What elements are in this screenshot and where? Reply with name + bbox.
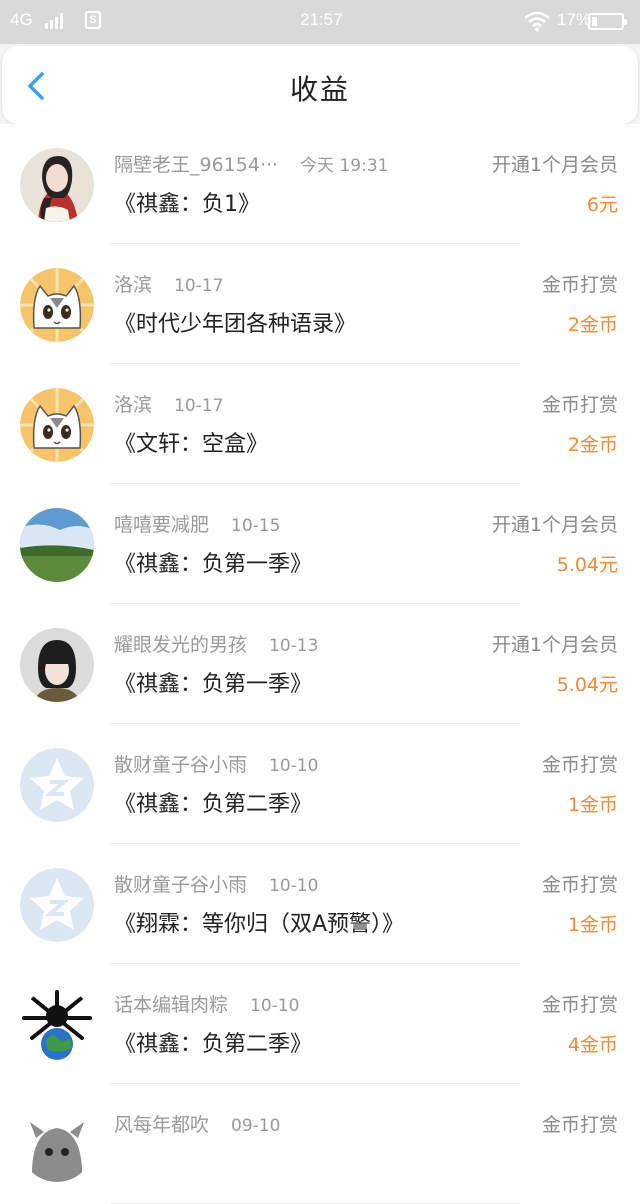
- user-name: 隔壁老王_96154···: [114, 154, 279, 176]
- date-label: 10-10: [269, 876, 319, 896]
- date-label: 10-17: [174, 396, 224, 416]
- meta-line: 耀眼发光的男孩 10-13: [114, 630, 318, 657]
- meta-line: 隔壁老王_96154··· 今天 19:31: [114, 150, 388, 177]
- work-title: 《祺鑫：负第二季》: [114, 792, 313, 817]
- work-title: 《祺鑫：负第一季》: [114, 552, 313, 577]
- earning-item[interactable]: 散财童子谷小雨 10-10 《祺鑫：负第二季》 金币打赏 1金币: [0, 724, 640, 844]
- meta-line: 风每年都吹 09-10: [114, 1110, 280, 1137]
- earning-amount: 6元: [586, 194, 618, 216]
- notification-icon: S: [85, 11, 101, 29]
- earning-amount: 1金币: [567, 794, 618, 816]
- avatar[interactable]: [20, 868, 94, 942]
- avatar[interactable]: [20, 388, 94, 462]
- clock: 21:57: [300, 10, 343, 29]
- user-name: 散财童子谷小雨: [114, 874, 248, 896]
- earning-type: 开通1个月会员: [491, 514, 618, 536]
- work-title: 《祺鑫：负第二季》: [114, 1032, 313, 1057]
- signal-icon: [45, 13, 67, 29]
- date-label: 09-10: [231, 1116, 281, 1136]
- user-name: 洛滨: [114, 274, 153, 296]
- date-label: 10-15: [231, 516, 281, 536]
- earning-amount: 1金币: [567, 914, 618, 936]
- avatar[interactable]: [20, 148, 94, 222]
- earning-type: 金币打赏: [541, 994, 618, 1016]
- earning-type: 金币打赏: [541, 754, 618, 776]
- earning-amount: 5.04元: [556, 554, 618, 576]
- date-label: 10-10: [269, 756, 319, 776]
- avatar[interactable]: [20, 628, 94, 702]
- earning-type: 金币打赏: [541, 874, 618, 896]
- earning-amount: 2金币: [567, 434, 618, 456]
- earning-type: 金币打赏: [541, 394, 618, 416]
- work-title: 《时代少年团各种语录》: [114, 312, 357, 337]
- user-name: 话本编辑肉粽: [114, 994, 229, 1016]
- date-label: 今天 19:31: [300, 156, 389, 176]
- page-title: 收益: [289, 73, 350, 106]
- earning-amount: 4金币: [567, 1034, 618, 1056]
- earning-type: 开通1个月会员: [491, 154, 618, 176]
- meta-line: 散财童子谷小雨 10-10: [114, 750, 318, 777]
- avatar[interactable]: [20, 988, 94, 1062]
- date-label: 10-13: [269, 636, 319, 656]
- wifi-icon: [524, 11, 550, 32]
- date-label: 10-17: [174, 276, 224, 296]
- meta-line: 洛滨 10-17: [114, 390, 223, 417]
- earning-type: 开通1个月会员: [491, 634, 618, 656]
- battery-percent: 17%: [557, 10, 592, 29]
- status-bar: 4G S 21:57 17%: [0, 0, 640, 44]
- meta-line: 洛滨 10-17: [114, 270, 223, 297]
- user-name: 风每年都吹: [114, 1114, 210, 1136]
- earning-type: 金币打赏: [541, 274, 618, 296]
- meta-line: 散财童子谷小雨 10-10: [114, 870, 318, 897]
- earning-item[interactable]: 嘻嘻要减肥 10-15 《祺鑫：负第一季》 开通1个月会员 5.04元: [0, 484, 640, 604]
- avatar[interactable]: [20, 1108, 94, 1182]
- meta-line: 嘻嘻要减肥 10-15: [114, 510, 280, 537]
- earning-amount: 2金币: [567, 314, 618, 336]
- earning-item[interactable]: 散财童子谷小雨 10-10 《翔霖：等你归（双A预警）》 金币打赏 1金币: [0, 844, 640, 964]
- user-name: 嘻嘻要减肥: [114, 514, 210, 536]
- user-name: 洛滨: [114, 394, 153, 416]
- work-title: 《文轩：空盒》: [114, 432, 269, 457]
- earning-item[interactable]: 洛滨 10-17 《文轩：空盒》 金币打赏 2金币: [0, 364, 640, 484]
- work-title: 《翔霖：等你归（双A预警）》: [114, 912, 405, 937]
- user-name: 散财童子谷小雨: [114, 754, 248, 776]
- earnings-list: 隔壁老王_96154··· 今天 19:31 《祺鑫：负1》 开通1个月会员 6元 洛滨 1…: [0, 124, 640, 1204]
- earning-item[interactable]: 隔壁老王_96154··· 今天 19:31 《祺鑫：负1》 开通1个月会员 6元: [0, 124, 640, 244]
- carrier-label: 4G: [10, 10, 33, 29]
- date-label: 10-10: [250, 996, 300, 1016]
- earning-type: 金币打赏: [541, 1114, 618, 1136]
- avatar[interactable]: [20, 508, 94, 582]
- work-title: 《祺鑫：负1》: [114, 192, 260, 217]
- battery-icon: [588, 13, 627, 30]
- app-header: 收益: [2, 46, 638, 124]
- earning-item[interactable]: 风每年都吹 09-10 金币打赏: [0, 1084, 640, 1204]
- user-name: 耀眼发光的男孩: [114, 634, 248, 656]
- earning-item[interactable]: 耀眼发光的男孩 10-13 《祺鑫：负第一季》 开通1个月会员 5.04元: [0, 604, 640, 724]
- earning-item[interactable]: 话本编辑肉粽 10-10 《祺鑫：负第二季》 金币打赏 4金币: [0, 964, 640, 1084]
- earning-amount: 5.04元: [556, 674, 618, 696]
- meta-line: 话本编辑肉粽 10-10: [114, 990, 299, 1017]
- earning-item[interactable]: 洛滨 10-17 《时代少年团各种语录》 金币打赏 2金币: [0, 244, 640, 364]
- avatar[interactable]: [20, 748, 94, 822]
- avatar[interactable]: [20, 268, 94, 342]
- battery-fill: [592, 17, 597, 26]
- work-title: 《祺鑫：负第一季》: [114, 672, 313, 697]
